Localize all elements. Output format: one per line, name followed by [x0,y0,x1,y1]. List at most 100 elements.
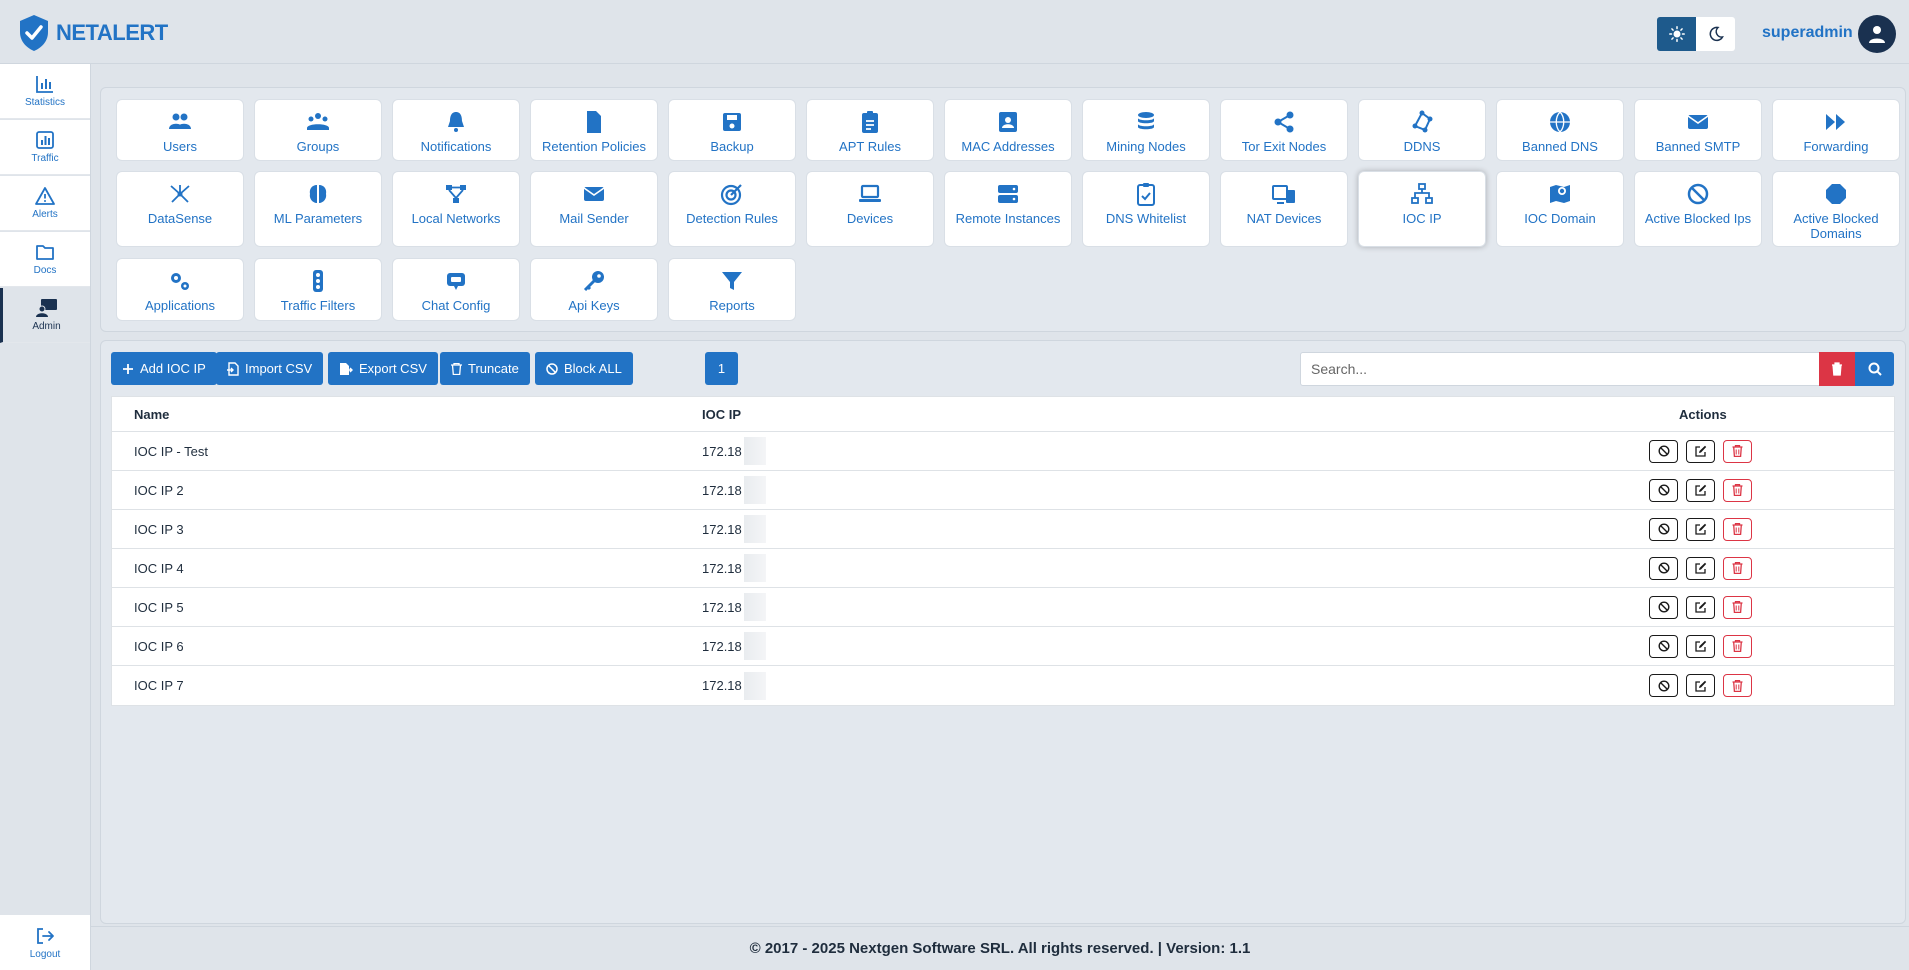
edit-button[interactable] [1686,478,1715,502]
admin-tile-nat-devices[interactable]: NAT Devices [1220,171,1348,247]
redacted-ip-suffix [743,476,766,504]
block-button[interactable] [1649,674,1678,697]
admin-tile-active-blocked-ips[interactable]: Active Blocked Ips [1634,171,1762,247]
admin-tile-banned-smtp[interactable]: Banned SMTP [1634,99,1762,161]
admin-tile-ioc-domain[interactable]: IOC Domain [1496,171,1624,247]
delete-button[interactable] [1723,634,1752,658]
admin-tile-notifications[interactable]: Notifications [392,99,520,161]
admin-tile-tor-exit-nodes[interactable]: Tor Exit Nodes [1220,99,1348,161]
admin-tile-remote-instances[interactable]: Remote Instances [944,171,1072,247]
network-icon [446,185,466,203]
redacted-ip-suffix [743,593,766,621]
admin-tile-chat-config[interactable]: Chat Config [392,258,520,321]
table-row: IOC IP - Test 172.18 [112,432,1894,471]
sidebar-item-label: Statistics [24,97,65,108]
ioc-ip-value: 172.18 [702,678,742,693]
edit-button[interactable] [1686,595,1715,619]
clear-search-button[interactable] [1819,352,1855,386]
edit-icon [1694,562,1706,574]
light-theme-button[interactable] [1657,17,1696,51]
block-button[interactable] [1649,517,1678,541]
edit-icon [1694,445,1706,457]
admin-tile-active-blocked-domains[interactable]: Active Blocked Domains [1772,171,1900,247]
header-name[interactable]: Name [112,407,702,422]
logout-button[interactable]: Logout [0,915,90,970]
block-button[interactable] [1649,595,1678,619]
block-button[interactable] [1649,556,1678,580]
dark-theme-button[interactable] [1696,17,1735,51]
admin-tile-forwarding[interactable]: Forwarding [1772,99,1900,161]
username[interactable]: superadmin [1762,24,1853,42]
admin-tile-users[interactable]: Users [116,99,244,161]
admin-tile-traffic-filters[interactable]: Traffic Filters [254,258,382,321]
admin-tile-reports[interactable]: Reports [668,258,796,321]
logo[interactable]: NETALERT [18,14,168,52]
edit-button[interactable] [1686,674,1715,697]
edit-button[interactable] [1686,556,1715,580]
import-csv-button[interactable]: Import CSV [216,352,324,385]
table-row: IOC IP 6 172.18 [112,627,1894,666]
search-input[interactable] [1300,352,1820,386]
admin-tile-local-networks[interactable]: Local Networks [392,171,520,247]
trash-icon [451,362,462,375]
map-marker-icon [1550,185,1570,203]
sidebar-item-statistics[interactable]: Statistics [0,64,90,119]
row-actions [1402,556,1894,580]
sidebar-item-admin[interactable]: Admin [0,288,90,343]
admin-tile-devices[interactable]: Devices [806,171,934,247]
admin-tile-label: Banned DNS [1522,139,1598,154]
admin-tile-apt-rules[interactable]: APT Rules [806,99,934,161]
search-icon [1868,362,1882,376]
admin-tile-api-keys[interactable]: Api Keys [530,258,658,321]
edit-icon [1694,484,1706,496]
page-1-button[interactable]: 1 [705,352,738,385]
edit-button[interactable] [1686,634,1715,658]
admin-tile-backup[interactable]: Backup [668,99,796,161]
admin-tile-label: Retention Policies [541,139,647,154]
delete-button[interactable] [1723,595,1752,619]
sidebar-item-traffic[interactable]: Traffic [0,120,90,175]
block-all-button[interactable]: Block ALL [535,352,633,385]
header-ioc-ip[interactable]: IOC IP [702,407,1402,422]
avatar[interactable] [1858,15,1896,53]
edit-button[interactable] [1686,439,1715,463]
sidebar-item-docs[interactable]: Docs [0,232,90,287]
admin-tile-ddns[interactable]: DDNS [1358,99,1486,161]
block-button[interactable] [1649,478,1678,502]
admin-tile-applications[interactable]: Applications [116,258,244,321]
block-button[interactable] [1649,439,1678,463]
delete-button[interactable] [1723,674,1752,697]
search-button[interactable] [1855,352,1894,386]
admin-tile-groups[interactable]: Groups [254,99,382,161]
warning-icon [35,187,55,205]
ioc-ip-cell: 172.18 [702,476,1402,504]
add-ioc-ip-label: Add IOC IP [140,361,206,376]
edit-button[interactable] [1686,517,1715,541]
admin-tile-label: Devices [846,211,894,226]
truncate-button[interactable]: Truncate [440,352,530,385]
admin-tile-mining-nodes[interactable]: Mining Nodes [1082,99,1210,161]
delete-button[interactable] [1723,556,1752,580]
admin-tile-detection-rules[interactable]: Detection Rules [668,171,796,247]
admin-tile-label: Tor Exit Nodes [1241,139,1327,154]
trash-icon [1832,362,1842,376]
admin-tile-dns-whitelist[interactable]: DNS Whitelist [1082,171,1210,247]
sidebar-item-alerts[interactable]: Alerts [0,176,90,231]
delete-button[interactable] [1723,478,1752,502]
admin-tile-ioc-ip[interactable]: IOC IP [1358,171,1486,247]
block-button[interactable] [1649,634,1678,658]
admin-tile-mac-addresses[interactable]: MAC Addresses [944,99,1072,161]
admin-tile-retention-policies[interactable]: Retention Policies [530,99,658,161]
admin-tile-ml-parameters[interactable]: ML Parameters [254,171,382,247]
admin-tile-datasense[interactable]: DataSense [116,171,244,247]
sidebar-item-label: Docs [33,265,57,276]
export-csv-button[interactable]: Export CSV [328,352,438,385]
theme-toggle[interactable] [1657,17,1735,51]
admin-tile-label: DataSense [147,211,213,226]
admin-tile-banned-dns[interactable]: Banned DNS [1496,99,1624,161]
add-ioc-ip-button[interactable]: Add IOC IP [111,352,217,385]
table-body: IOC IP - Test 172.18 IOC IP 2 172.18 IOC IP … [112,432,1894,705]
delete-button[interactable] [1723,517,1752,541]
delete-button[interactable] [1723,439,1752,463]
admin-tile-mail-sender[interactable]: Mail Sender [530,171,658,247]
